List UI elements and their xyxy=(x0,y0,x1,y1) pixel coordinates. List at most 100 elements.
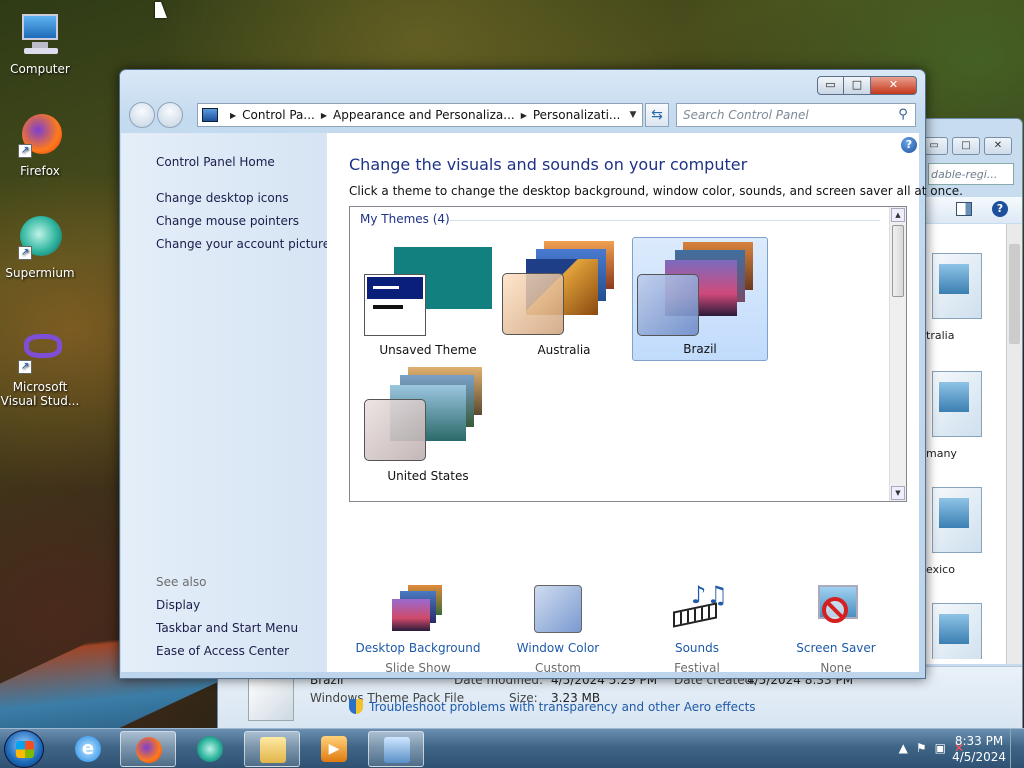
show-desktop-button[interactable] xyxy=(1010,729,1024,768)
desktop-icon-label: Computer xyxy=(10,62,70,76)
help-icon[interactable]: ? xyxy=(992,201,1008,217)
page-subtitle: Click a theme to change the desktop back… xyxy=(349,184,963,198)
breadcrumb-appearance[interactable]: Appearance and Personaliza... xyxy=(333,108,515,122)
theme-australia[interactable]: Australia xyxy=(496,237,632,361)
taskbar-explorer[interactable] xyxy=(244,731,300,767)
setting-value: Slide Show xyxy=(385,661,451,675)
explorer-toolbar: ? xyxy=(926,197,1022,223)
theme-list: My Themes (4) Unsaved Theme Australia Br… xyxy=(349,206,907,502)
show-hidden-icons-icon[interactable]: ▲ xyxy=(899,741,908,755)
sounds-icon: ♪♫ xyxy=(671,583,728,635)
screen-saver-setting[interactable]: Screen Saver None xyxy=(771,583,901,675)
clock-time: 8:33 PM xyxy=(954,734,1004,748)
computer-icon xyxy=(16,10,64,58)
window-color-setting[interactable]: Window Color Custom xyxy=(493,583,623,675)
address-dropdown-icon[interactable]: ▼ xyxy=(624,110,642,120)
minimize-button[interactable]: ▭ xyxy=(817,76,844,95)
desktop-background-setting[interactable]: Desktop Background Slide Show xyxy=(353,583,483,675)
system-clock[interactable]: 8:33 PM 4/5/2024 xyxy=(952,733,1006,765)
screen-saver-icon xyxy=(810,583,862,635)
change-account-picture-link[interactable]: Change your account picture xyxy=(156,237,330,251)
window-preview xyxy=(364,274,426,336)
setting-value: None xyxy=(820,661,852,675)
taskbar-internet-explorer[interactable]: e xyxy=(60,731,116,767)
setting-title: Desktop Background xyxy=(355,641,481,655)
change-desktop-icons-link[interactable]: Change desktop icons xyxy=(156,191,289,205)
forward-button[interactable] xyxy=(157,102,183,128)
address-bar[interactable]: ▶ Control Pa... ▶ Appearance and Persona… xyxy=(197,103,643,127)
mouse-cursor xyxy=(155,2,167,18)
file-label: many xyxy=(926,447,957,460)
maximize-button[interactable]: □ xyxy=(952,137,980,155)
scroll-thumb[interactable] xyxy=(892,225,904,297)
troubleshoot-link[interactable]: Troubleshoot problems with transparency … xyxy=(349,699,756,714)
taskbar-control-panel[interactable] xyxy=(368,731,424,767)
maximize-button[interactable]: □ xyxy=(844,76,871,95)
close-button[interactable]: ✕ xyxy=(871,76,917,95)
taskbar-firefox[interactable] xyxy=(120,731,176,767)
theme-label: Unsaved Theme xyxy=(379,343,477,357)
firefox-icon: ↗ xyxy=(16,112,64,160)
personalization-window[interactable]: ▭ □ ✕ ▶ Control Pa... ▶ Appearance and P… xyxy=(119,69,963,714)
theme-brazil[interactable]: Brazil xyxy=(632,237,768,361)
chevron-right-icon[interactable]: ▶ xyxy=(230,111,236,120)
file-label: tralia xyxy=(926,329,955,342)
control-panel-home-link[interactable]: Control Panel Home xyxy=(156,155,275,169)
group-header[interactable]: My Themes (4) xyxy=(360,212,450,226)
taskbar-start-menu-link[interactable]: Taskbar and Start Menu xyxy=(156,621,298,635)
help-icon[interactable]: ? xyxy=(901,137,917,153)
explorer-search-input[interactable]: dable-regi... xyxy=(928,163,1014,185)
back-button[interactable] xyxy=(129,102,155,128)
sounds-setting[interactable]: ♪♫ Sounds Festival xyxy=(632,583,762,675)
display-link[interactable]: Display xyxy=(156,598,200,612)
shield-icon xyxy=(349,699,363,714)
internet-explorer-icon: e xyxy=(75,736,101,762)
caption-buttons: ▭ □ ✕ xyxy=(817,76,917,95)
theme-unsaved[interactable]: Unsaved Theme xyxy=(360,237,496,361)
control-panel-icon xyxy=(384,737,410,763)
desktop-icon-supermium[interactable]: ↗ Supermium xyxy=(0,214,80,280)
scroll-up-arrow-icon[interactable]: ▲ xyxy=(891,208,905,222)
troubleshoot-text: Troubleshoot problems with transparency … xyxy=(369,700,756,714)
ease-of-access-link[interactable]: Ease of Access Center xyxy=(156,644,289,658)
network-icon[interactable]: ▣ xyxy=(935,741,946,755)
refresh-button[interactable]: ⇆ xyxy=(645,103,669,127)
theme-list-scrollbar[interactable]: ▲ ▼ xyxy=(889,207,906,501)
taskbar-media-player[interactable]: ▶ xyxy=(306,731,362,767)
change-mouse-pointers-link[interactable]: Change mouse pointers xyxy=(156,214,299,228)
desktop-background-icon xyxy=(392,583,444,635)
action-center-flag-icon[interactable]: ⚑ xyxy=(916,741,927,755)
control-panel-icon xyxy=(202,108,218,122)
search-icon[interactable]: ⚲ xyxy=(895,107,911,123)
theme-file-thumbnail[interactable] xyxy=(926,249,988,323)
vertical-scrollbar[interactable] xyxy=(1006,224,1022,664)
close-button[interactable]: ✕ xyxy=(984,137,1012,155)
setting-title: Sounds xyxy=(674,641,720,655)
start-button[interactable] xyxy=(4,730,44,768)
breadcrumb-control-panel[interactable]: Control Pa... xyxy=(242,108,315,122)
theme-file-thumbnail[interactable] xyxy=(926,599,988,659)
preview-pane-icon[interactable] xyxy=(956,202,972,216)
clock-date: 4/5/2024 xyxy=(952,750,1006,764)
scroll-down-arrow-icon[interactable]: ▼ xyxy=(891,486,905,500)
visual-studio-icon: ↗ xyxy=(16,328,64,376)
theme-file-thumbnail[interactable] xyxy=(926,483,988,557)
desktop-icon-firefox[interactable]: ↗ Firefox xyxy=(0,112,80,178)
search-control-panel-input[interactable]: Search Control Panel ⚲ xyxy=(676,103,916,127)
search-placeholder: Search Control Panel xyxy=(683,108,809,122)
theme-file-thumbnail[interactable] xyxy=(926,367,988,441)
window-color-icon xyxy=(532,583,584,635)
chevron-right-icon[interactable]: ▶ xyxy=(321,111,327,120)
desktop-icon-visual-studio[interactable]: ↗ Microsoft Visual Stud... xyxy=(0,328,80,408)
breadcrumb-personalization[interactable]: Personalizati... xyxy=(533,108,620,122)
theme-label: United States xyxy=(387,469,469,483)
firefox-icon xyxy=(136,737,162,763)
theme-united-states[interactable]: United States xyxy=(360,363,496,487)
setting-value: Custom xyxy=(535,661,581,675)
theme-file-icon xyxy=(248,677,294,721)
desktop-icon-label: Supermium xyxy=(5,266,75,280)
desktop-icon-computer[interactable]: Computer xyxy=(0,10,80,76)
chevron-right-icon[interactable]: ▶ xyxy=(521,111,527,120)
theme-label: Brazil xyxy=(683,342,717,356)
taskbar-supermium[interactable] xyxy=(182,731,238,767)
